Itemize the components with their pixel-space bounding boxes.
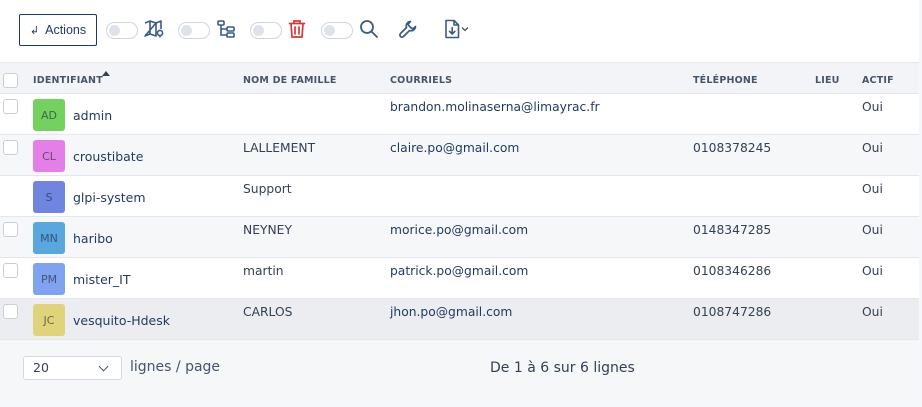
user-login-link[interactable]: admin: [73, 108, 112, 123]
table-row[interactable]: S glpi-system Support Oui: [0, 176, 919, 217]
avatar: JC: [33, 304, 65, 336]
column-header-phone[interactable]: TÉLÉPHONE: [693, 75, 758, 86]
table-header: IDENTIFIANT NOM DE FAMILLE COURRIELS TÉL…: [0, 62, 919, 94]
avatar: S: [33, 181, 65, 213]
user-email: morice.po@gmail.com: [390, 223, 529, 237]
column-header-active[interactable]: ACTIF: [862, 75, 894, 86]
actions-button[interactable]: ↲ Actions: [19, 14, 97, 46]
user-active: Oui: [862, 305, 883, 319]
users-list-panel: ↲ Actions IDENTIFIANT NOM DE FAMILLE COU…: [0, 0, 919, 404]
select-all-checkbox[interactable]: [3, 73, 18, 88]
pagination-footer: 20 lignes / page De 1 à 6 sur 6 lignes: [0, 340, 919, 404]
user-login-link[interactable]: haribo: [73, 231, 113, 246]
avatar: MN: [33, 222, 65, 254]
avatar: CL: [33, 140, 65, 172]
user-email: jhon.po@gmail.com: [390, 305, 513, 319]
user-email: claire.po@gmail.com: [390, 141, 520, 155]
row-checkbox[interactable]: [3, 304, 18, 319]
user-phone: 0108747286: [693, 305, 772, 319]
trash-icon[interactable]: [285, 17, 309, 41]
row-checkbox[interactable]: [3, 140, 18, 155]
search-icon[interactable]: [357, 17, 381, 41]
avatar: AD: [33, 99, 65, 131]
user-phone: 0108378245: [693, 141, 772, 155]
user-active: Oui: [862, 182, 883, 196]
corner-arrow-icon: ↲: [29, 24, 40, 37]
column-header-location[interactable]: LIEU: [815, 75, 840, 86]
user-active: Oui: [862, 141, 883, 155]
user-lastname: CARLOS: [243, 305, 293, 319]
user-email: brandon.molinaserna@limayrac.fr: [390, 100, 600, 114]
rows-per-page-value: 20: [33, 360, 49, 375]
sort-ascending-icon[interactable]: [102, 71, 110, 76]
row-checkbox[interactable]: [3, 263, 18, 278]
user-phone: 0108346286: [693, 264, 772, 278]
tree-icon[interactable]: [214, 17, 238, 41]
rows-per-page-label: lignes / page: [130, 359, 221, 375]
table-row[interactable]: JC vesquito-Hdesk CARLOS jhon.po@gmail.c…: [0, 299, 919, 340]
chevron-down-icon[interactable]: [459, 17, 471, 41]
user-active: Oui: [862, 100, 883, 114]
toggle-tree[interactable]: [178, 22, 210, 39]
user-lastname: martin: [243, 264, 284, 278]
toggle-trash[interactable]: [250, 22, 282, 39]
user-login-link[interactable]: mister_IT: [73, 272, 130, 287]
user-active: Oui: [862, 264, 883, 278]
chevron-down-icon: [98, 361, 109, 372]
user-active: Oui: [862, 223, 883, 237]
actions-label: Actions: [45, 23, 87, 37]
map-icon[interactable]: [142, 17, 166, 41]
toggle-map[interactable]: [106, 22, 138, 39]
toggle-search[interactable]: [321, 22, 353, 39]
user-lastname: NEYNEY: [243, 223, 292, 237]
user-login-link[interactable]: glpi-system: [73, 190, 146, 205]
user-email: patrick.po@gmail.com: [390, 264, 529, 278]
table-row[interactable]: AD admin brandon.molinaserna@limayrac.fr…: [0, 94, 919, 135]
avatar: PM: [33, 263, 65, 295]
table-row[interactable]: PM mister_IT martin patrick.po@gmail.com…: [0, 258, 919, 299]
row-count-text: De 1 à 6 sur 6 lignes: [490, 360, 635, 376]
column-header-email[interactable]: COURRIELS: [390, 75, 452, 86]
wrench-icon[interactable]: [396, 17, 420, 41]
table-row[interactable]: MN haribo NEYNEY morice.po@gmail.com 014…: [0, 217, 919, 258]
column-header-login[interactable]: IDENTIFIANT: [33, 75, 103, 86]
row-checkbox[interactable]: [3, 99, 18, 114]
toolbar: ↲ Actions: [0, 0, 919, 62]
rows-per-page-select[interactable]: 20: [23, 356, 122, 380]
user-login-link[interactable]: vesquito-Hdesk: [73, 313, 170, 328]
table-row[interactable]: CL croustibate LALLEMENT claire.po@gmail…: [0, 135, 919, 176]
user-login-link[interactable]: croustibate: [73, 149, 143, 164]
column-header-lastname[interactable]: NOM DE FAMILLE: [243, 75, 337, 86]
user-phone: 0148347285: [693, 223, 772, 237]
row-checkbox[interactable]: [3, 222, 18, 237]
user-lastname: Support: [243, 182, 292, 196]
user-lastname: LALLEMENT: [243, 141, 316, 155]
